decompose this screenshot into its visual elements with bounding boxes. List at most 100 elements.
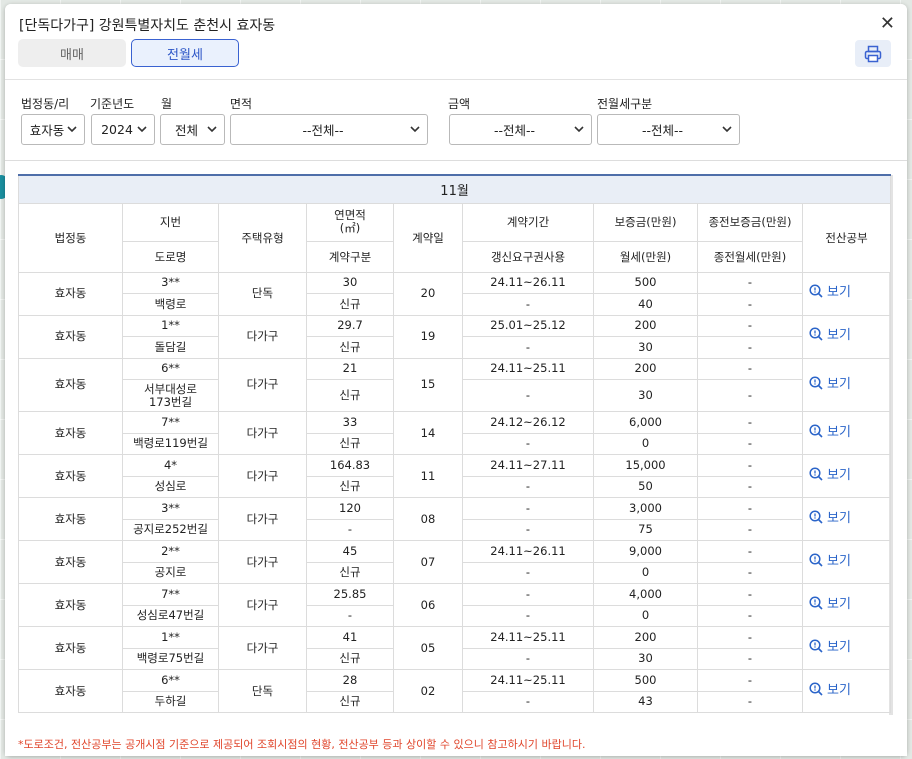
col-header-dong: 법정동 xyxy=(18,202,123,273)
table-row: 효자동 1** 다가구 41 05 24.11~25.11 200- 보기 xyxy=(18,626,892,670)
cell-monthly: 50 xyxy=(593,475,698,498)
area-select-value: --전체-- xyxy=(302,123,344,138)
cell-monthly: 30 xyxy=(593,336,698,359)
cell-type: 다가구 xyxy=(218,626,307,670)
panel-header: [단독다가구] 강원특별자치도 춘천시 효자동 ✕ 매매 전월세 xyxy=(5,4,907,80)
view-button-label: 보기 xyxy=(827,424,851,440)
col-header-renewal: 갱신요구권사용 xyxy=(462,240,594,273)
cell-dong: 효자동 xyxy=(18,314,123,359)
cell-renewal: - xyxy=(462,604,594,627)
area-select[interactable]: --전체-- xyxy=(230,114,428,145)
close-icon[interactable]: ✕ xyxy=(880,13,895,34)
chevron-down-icon xyxy=(574,126,584,133)
col-header-deposit: 보증금(만원) xyxy=(593,202,698,242)
cell-period: 24.11~25.11 xyxy=(462,626,594,649)
view-button[interactable]: 보기 xyxy=(809,284,851,302)
view-button-label: 보기 xyxy=(827,376,851,392)
cell-road: 서부대성로173번길 xyxy=(122,379,219,412)
cell-prev-deposit: - xyxy=(697,411,803,434)
amount-select-value: --전체-- xyxy=(493,123,536,138)
col-header-prev-monthly: 종전월세(만원) xyxy=(697,240,803,273)
cell-prev-monthly: - xyxy=(697,293,803,316)
cell-dong: 효자동 xyxy=(18,411,123,455)
search-icon xyxy=(809,327,823,345)
cell-prev-monthly: - xyxy=(697,647,803,670)
cell-prev-deposit: - xyxy=(697,583,803,606)
rent-type-select[interactable]: --전체-- xyxy=(597,114,740,145)
cell-jibun: 7** xyxy=(122,411,219,434)
view-button-label: 보기 xyxy=(827,553,851,569)
col-header-area: 연면적 (㎡) xyxy=(306,202,394,242)
cell-type: 단독 xyxy=(218,271,307,316)
dong-select[interactable]: 효자동 xyxy=(21,114,85,145)
cell-dong: 효자동 xyxy=(18,271,123,316)
view-button[interactable]: 보기 xyxy=(809,596,851,614)
cell-road: 백령로75번길 xyxy=(122,647,219,670)
cell-doc: 보기 xyxy=(801,271,892,316)
cell-period: 24.11~26.11 xyxy=(462,271,594,294)
chevron-down-icon xyxy=(410,126,420,133)
cell-day: 07 xyxy=(393,540,463,584)
tab-rent[interactable]: 전월세 xyxy=(131,39,239,67)
view-button[interactable]: 보기 xyxy=(809,639,851,657)
amount-select[interactable]: --전체-- xyxy=(449,114,592,145)
cell-dong: 효자동 xyxy=(18,583,123,627)
search-icon xyxy=(809,510,823,528)
cell-kind: 신규 xyxy=(306,561,394,584)
table-row: 효자동 6** 다가구 21 15 24.11~25.11 200- 보기 xyxy=(18,357,892,412)
cell-area: 28 xyxy=(306,669,394,692)
cell-type: 다가구 xyxy=(218,540,307,584)
table-row: 효자동 4* 다가구 164.83 11 24.11~27.11 15,000- 보기 xyxy=(18,454,892,498)
cell-renewal: - xyxy=(462,379,594,412)
view-button[interactable]: 보기 xyxy=(809,682,851,700)
cell-monthly: 43 xyxy=(593,690,698,713)
transaction-panel: [단독다가구] 강원특별자치도 춘천시 효자동 ✕ 매매 전월세 법정동/리 효… xyxy=(5,4,907,756)
cell-renewal: - xyxy=(462,475,594,498)
cell-jibun: 2** xyxy=(122,540,219,563)
cell-prev-monthly: - xyxy=(697,604,803,627)
cell-doc: 보기 xyxy=(801,314,892,359)
cell-deposit: 15,000 xyxy=(593,454,698,477)
view-button[interactable]: 보기 xyxy=(809,467,851,485)
view-button[interactable]: 보기 xyxy=(809,510,851,528)
cell-period: - xyxy=(462,497,594,520)
cell-day: 06 xyxy=(393,583,463,627)
cell-renewal: - xyxy=(462,647,594,670)
view-button-label: 보기 xyxy=(827,328,851,344)
cell-jibun: 4* xyxy=(122,454,219,477)
col-header-monthly: 월세(만원) xyxy=(593,240,698,273)
cell-prev-monthly: - xyxy=(697,690,803,713)
print-button[interactable] xyxy=(855,40,891,67)
table-row: 효자동 1** 다가구 29.7 19 25.01~25.12 200- 보기 xyxy=(18,314,892,359)
view-button[interactable]: 보기 xyxy=(809,327,851,345)
cell-day: 14 xyxy=(393,411,463,455)
month-select[interactable]: 전체 xyxy=(160,114,225,145)
cell-day: 19 xyxy=(393,314,463,359)
view-button[interactable]: 보기 xyxy=(809,553,851,571)
view-button[interactable]: 보기 xyxy=(809,376,851,394)
cell-prev-monthly: - xyxy=(697,561,803,584)
cell-monthly: 75 xyxy=(593,518,698,541)
cell-period: 24.11~25.11 xyxy=(462,357,594,380)
cell-dong: 효자동 xyxy=(18,626,123,670)
table-row: 효자동 3** 다가구 120 08-3,000- 보기 xyxy=(18,497,892,541)
cell-period: - xyxy=(462,583,594,606)
search-icon xyxy=(809,424,823,442)
view-button[interactable]: 보기 xyxy=(809,424,851,442)
cell-renewal: - xyxy=(462,336,594,359)
cell-day: 02 xyxy=(393,669,463,713)
cell-monthly: 0 xyxy=(593,432,698,455)
view-button-label: 보기 xyxy=(827,510,851,526)
cell-deposit: 6,000 xyxy=(593,411,698,434)
cell-jibun: 1** xyxy=(122,314,219,337)
cell-jibun: 6** xyxy=(122,357,219,380)
tab-sale[interactable]: 매매 xyxy=(18,39,126,67)
table-row: 효자동 7** 다가구 33 14 24.12~26.12 6,000- 보기 xyxy=(18,411,892,455)
cell-period: 25.01~25.12 xyxy=(462,314,594,337)
cell-day: 11 xyxy=(393,454,463,498)
cell-type: 단독 xyxy=(218,669,307,713)
cell-monthly: 0 xyxy=(593,604,698,627)
search-icon xyxy=(809,553,823,571)
year-select[interactable]: 2024 xyxy=(91,114,155,145)
cell-doc: 보기 xyxy=(801,540,892,584)
